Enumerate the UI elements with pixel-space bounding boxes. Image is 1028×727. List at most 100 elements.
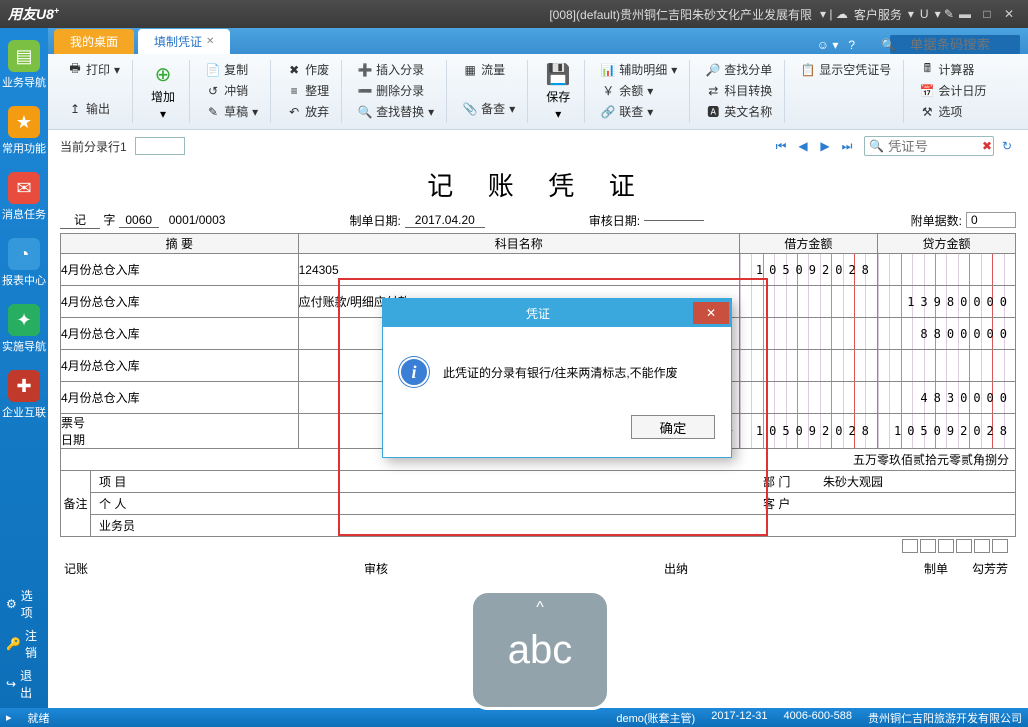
left-sidebar: ▤业务导航 ★常用功能 ✉消息任务 ◔报表中心 ✦实施导航 ✚企业互联 ⚙选项 … [0, 28, 48, 708]
sidebar-options[interactable]: ⚙选项 [6, 584, 42, 624]
sidebar-item-connect[interactable]: ✚企业互联 [2, 366, 46, 424]
draft-icon: ✎ [206, 105, 220, 119]
help-icon[interactable]: ? [848, 38, 855, 52]
audit-date[interactable] [644, 220, 704, 221]
delete-entry-button[interactable]: ➖删除分录 [354, 81, 438, 100]
first-button[interactable]: ⏮ [772, 137, 790, 155]
attach-count[interactable]: 0 [966, 212, 1016, 228]
copy-icon: 📄 [206, 63, 220, 77]
save-button[interactable]: 💾保存 ▾ [540, 60, 576, 123]
maximize-button[interactable]: □ [976, 7, 998, 21]
mini-icons [60, 537, 1016, 556]
export-button[interactable]: ↥输出 [64, 99, 124, 118]
print-button[interactable]: 🖶打印 ▾ [64, 60, 124, 79]
save-icon: 💾 [546, 62, 570, 86]
status-bar: ▸ 就绪 demo(账套主管) 2017-12-31 4006-600-588 … [0, 708, 1028, 727]
draft-button[interactable]: ✎草稿 ▾ [202, 102, 262, 121]
sidebar-item-nav[interactable]: ▤业务导航 [2, 36, 46, 94]
sig-audit: 审核 [364, 560, 484, 577]
sort-icon: ≡ [287, 84, 301, 98]
dialog-ok-button[interactable]: 确定 [631, 415, 715, 439]
subject-convert-button[interactable]: ⇄科目转换 [702, 81, 776, 100]
mail-icon: ✉ [8, 172, 40, 204]
last-button[interactable]: ⏭ [838, 137, 856, 155]
aux-detail-button[interactable]: 📊辅助明细 ▾ [597, 60, 681, 79]
status-phone: 4006-600-588 [783, 710, 852, 726]
sidebar-item-impl[interactable]: ✦实施导航 [2, 300, 46, 358]
signature-row: 记账 审核 出纳 制单勾芳芳 [60, 556, 1016, 577]
sig-book: 记账 [64, 560, 184, 577]
barcode-search-input[interactable] [890, 35, 1020, 54]
exit-icon: ↪ [6, 677, 16, 691]
col-subject: 科目名称 [298, 234, 739, 254]
key-icon: 🔑 [6, 637, 21, 651]
search2-icon: 🔍 [869, 139, 884, 153]
col-summary: 摘 要 [61, 234, 299, 254]
total-debit: 105092028 [739, 414, 877, 449]
make-date[interactable]: 2017.04.20 [405, 213, 485, 228]
sort-button[interactable]: ≡整理 [283, 81, 333, 100]
tab-bar: 我的桌面 填制凭证✕ ☺ ▾ ? 🔍 [48, 28, 1028, 54]
copy-button[interactable]: 📄复制 [202, 60, 262, 79]
refresh-button[interactable]: ↻ [998, 137, 1016, 155]
sidebar-exit[interactable]: ↪退出 [6, 664, 42, 704]
ref-icon: 📎 [463, 102, 477, 116]
options-button[interactable]: ⚒选项 [916, 102, 990, 121]
find-icon: 🔍 [358, 105, 372, 119]
next-button[interactable]: ▶ [816, 137, 834, 155]
total-credit: 105092028 [877, 414, 1015, 449]
find-replace-button[interactable]: 🔍查找替换 ▾ [354, 102, 438, 121]
empty-icon: 📋 [801, 63, 815, 77]
detail-icon: 📊 [601, 63, 615, 77]
gear-icon: ⚙ [6, 597, 17, 611]
flow-button[interactable]: ▦流量 [459, 60, 519, 79]
sidebar-logout[interactable]: 🔑注销 [6, 624, 42, 664]
dialog-title: 凭证 [383, 305, 693, 322]
tab-desktop[interactable]: 我的桌面 [54, 29, 134, 54]
ref-button[interactable]: 📎备查 ▾ [459, 99, 519, 118]
info-icon: i [399, 357, 429, 387]
calendar-button[interactable]: 📅会计日历 [916, 81, 990, 100]
discard-button[interactable]: ↶放弃 [283, 102, 333, 121]
close-button[interactable]: ✕ [998, 7, 1020, 21]
convert-icon: ⇄ [706, 84, 720, 98]
minimize-button[interactable]: ▬ [954, 7, 976, 21]
calculator-button[interactable]: 🖩计算器 [916, 60, 990, 79]
status-ready: 就绪 [28, 710, 50, 726]
flow-icon: ▦ [463, 63, 477, 77]
status-user: demo(账套主管) [616, 710, 695, 726]
show-empty-button[interactable]: 📋显示空凭证号 [797, 60, 895, 79]
table-row[interactable]: 4月份总仓入库124305 105092028 [61, 254, 1016, 286]
dialog-close-button[interactable]: ✕ [693, 302, 729, 324]
smile-icon[interactable]: ☺ ▾ [817, 38, 839, 52]
dialog-message: 此凭证的分录有银行/往来两清标志,不能作废 [443, 364, 678, 381]
status-date: 2017-12-31 [711, 710, 767, 726]
void-button[interactable]: ✖作废 [283, 60, 333, 79]
prev-button[interactable]: ◀ [794, 137, 812, 155]
tab-close-icon[interactable]: ✕ [206, 36, 214, 47]
clear-find-icon[interactable]: ✖ [982, 139, 992, 153]
sidebar-item-common[interactable]: ★常用功能 [2, 102, 46, 160]
link-query-button[interactable]: 🔗联查 ▾ [597, 102, 681, 121]
customer-service[interactable]: ▾ | ☁ 客户服务 ▾ U ▾ ✎ [820, 6, 954, 23]
sig-cash: 出纳 [664, 560, 784, 577]
voucher-find-input[interactable] [888, 137, 978, 155]
tab-voucher[interactable]: 填制凭证✕ [138, 29, 230, 54]
sidebar-item-message[interactable]: ✉消息任务 [2, 168, 46, 226]
find-split-button[interactable]: 🔎查找分单 [702, 60, 776, 79]
english-name-button[interactable]: 🅰英文名称 [702, 102, 776, 121]
offset-icon: ↺ [206, 84, 220, 98]
en-icon: 🅰 [706, 105, 720, 119]
export-icon: ↥ [68, 102, 82, 116]
nav-icon: ▤ [8, 40, 40, 72]
add-button[interactable]: ⊕增加 ▾ [145, 60, 181, 123]
chart-icon: ◔ [8, 238, 40, 270]
balance-button[interactable]: ￥余额 ▾ [597, 81, 681, 100]
sidebar-item-report[interactable]: ◔报表中心 [2, 234, 46, 292]
expand-icon[interactable]: ▸ [6, 711, 12, 724]
entry-input[interactable] [135, 137, 185, 155]
insert-entry-button[interactable]: ➕插入分录 [354, 60, 438, 79]
opt-icon: ⚒ [920, 105, 934, 119]
offset-button[interactable]: ↺冲销 [202, 81, 262, 100]
cal-icon: 📅 [920, 84, 934, 98]
